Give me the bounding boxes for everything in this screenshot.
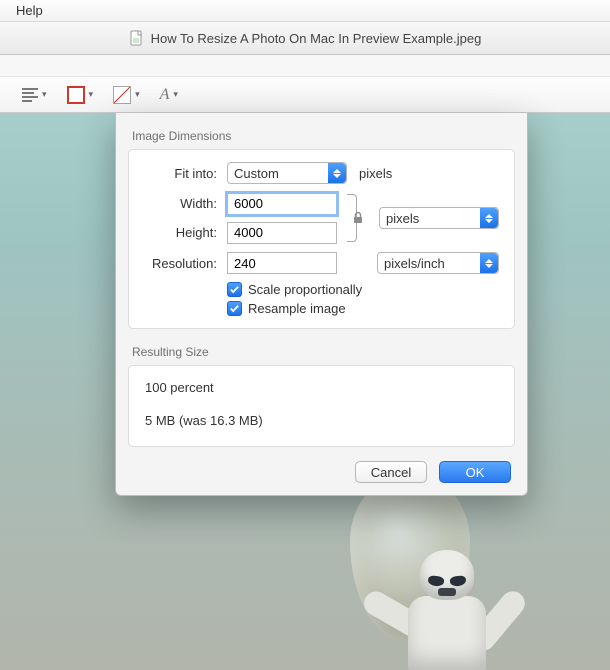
lock-icon[interactable] xyxy=(351,211,365,225)
section-image-dimensions: Image Dimensions xyxy=(116,113,527,149)
menu-help[interactable]: Help xyxy=(10,1,49,20)
resolution-unit-value: pixels/inch xyxy=(384,256,445,271)
height-label: Height: xyxy=(143,225,221,240)
result-filesize: 5 MB (was 16.3 MB) xyxy=(145,413,498,428)
fill-color-icon xyxy=(113,86,131,104)
dimension-unit-select[interactable]: pixels xyxy=(379,207,499,229)
resolution-label: Resolution: xyxy=(143,256,221,271)
line-style-menu[interactable]: ▾ xyxy=(22,88,47,102)
result-percent: 100 percent xyxy=(145,380,498,395)
cancel-button[interactable]: Cancel xyxy=(355,461,427,483)
scale-proportionally-label: Scale proportionally xyxy=(248,282,362,297)
resolution-input[interactable] xyxy=(227,252,337,274)
fit-into-label: Fit into: xyxy=(143,166,221,181)
dimensions-fieldset: Fit into: Custom pixels Width: pixels He… xyxy=(128,149,515,329)
chevron-down-icon: ▾ xyxy=(42,89,47,100)
window-titlebar: How To Resize A Photo On Mac In Preview … xyxy=(0,22,610,55)
window-title: How To Resize A Photo On Mac In Preview … xyxy=(151,31,482,46)
ok-button[interactable]: OK xyxy=(439,461,511,483)
adjust-size-dialog: Image Dimensions Fit into: Custom pixels… xyxy=(115,113,528,496)
chevron-down-icon: ▾ xyxy=(135,89,140,100)
text-style-menu[interactable]: A ▾ xyxy=(160,86,178,104)
resulting-size-box: 100 percent 5 MB (was 16.3 MB) xyxy=(128,365,515,447)
scale-proportionally-checkbox[interactable] xyxy=(227,282,242,297)
border-color-menu[interactable]: ▾ xyxy=(67,86,94,104)
dimension-unit-value: pixels xyxy=(386,211,419,226)
toolbar-spacer xyxy=(0,55,610,77)
fill-color-menu[interactable]: ▾ xyxy=(113,86,140,104)
width-label: Width: xyxy=(143,196,221,211)
width-input[interactable] xyxy=(227,193,337,215)
file-jpeg-icon xyxy=(129,30,145,46)
height-input[interactable] xyxy=(227,222,337,244)
border-color-icon xyxy=(67,86,85,104)
image-content xyxy=(380,540,510,670)
section-resulting-size: Resulting Size xyxy=(116,329,527,365)
menubar: Help xyxy=(0,0,610,22)
stepper-icon xyxy=(480,253,498,273)
resample-image-label: Resample image xyxy=(248,301,346,316)
line-weight-icon xyxy=(22,88,38,102)
fit-into-value: Custom xyxy=(234,166,279,181)
fit-into-select[interactable]: Custom xyxy=(227,162,347,184)
chevron-down-icon: ▾ xyxy=(173,89,178,100)
resample-image-checkbox[interactable] xyxy=(227,301,242,316)
fit-into-unit: pixels xyxy=(353,166,500,181)
stepper-icon xyxy=(480,208,498,228)
resolution-unit-select[interactable]: pixels/inch xyxy=(377,252,499,274)
chevron-down-icon: ▾ xyxy=(89,89,94,100)
font-style-icon: A xyxy=(160,86,170,104)
markup-toolbar: ▾ ▾ ▾ A ▾ xyxy=(0,77,610,113)
stepper-icon xyxy=(328,163,346,183)
